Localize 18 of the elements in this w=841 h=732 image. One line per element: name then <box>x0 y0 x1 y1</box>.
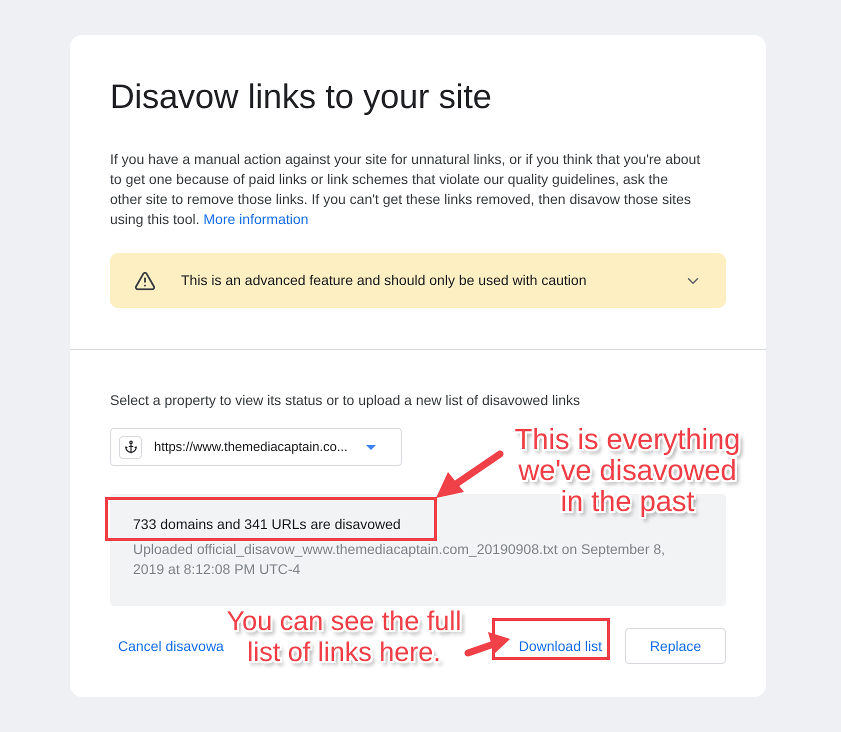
replace-button[interactable]: Replace <box>625 628 726 664</box>
more-information-link[interactable]: More information <box>203 211 308 227</box>
status-detail: Uploaded official_disavow_www.themediacaptain.com_20190908.txt on September 8, 2019 at 8:12:08 PM UTC-4 <box>133 540 666 579</box>
warning-icon <box>134 270 156 292</box>
page-title: Disavow links to your site <box>110 77 493 118</box>
annotation-text: You can see the full list of links here. <box>226 606 462 668</box>
anchor-icon <box>119 436 142 458</box>
dropdown-icon <box>366 444 376 450</box>
annotation-text: This is everything we've disavowed in the past <box>514 425 742 518</box>
warning-banner[interactable]: This is an advanced feature and should only be used with caution <box>110 253 726 308</box>
property-value: https://www.themediacaptain.co... <box>154 438 348 456</box>
download-button[interactable]: Download list <box>508 628 612 664</box>
intro-paragraph: If you have a manual action against your site for unnatural links, or if you think that you're about to get one because of paid links or link schemes that violate our quality guidelines, ask the other site to remove those links. If you can't get these links removed, then disavow those sites using this tool. More information <box>110 150 702 229</box>
warning-text: This is an advanced feature and should only be used with caution <box>181 271 588 290</box>
property-label: Select a property to view its status or to upload a new list of disavowed links <box>110 391 582 410</box>
property-select[interactable]: https://www.themediacaptain.co... <box>110 428 402 466</box>
cancel-link[interactable]: Cancel disavowa <box>118 636 224 656</box>
status-summary: 733 domains and 341 URLs are disavowed <box>133 515 402 534</box>
